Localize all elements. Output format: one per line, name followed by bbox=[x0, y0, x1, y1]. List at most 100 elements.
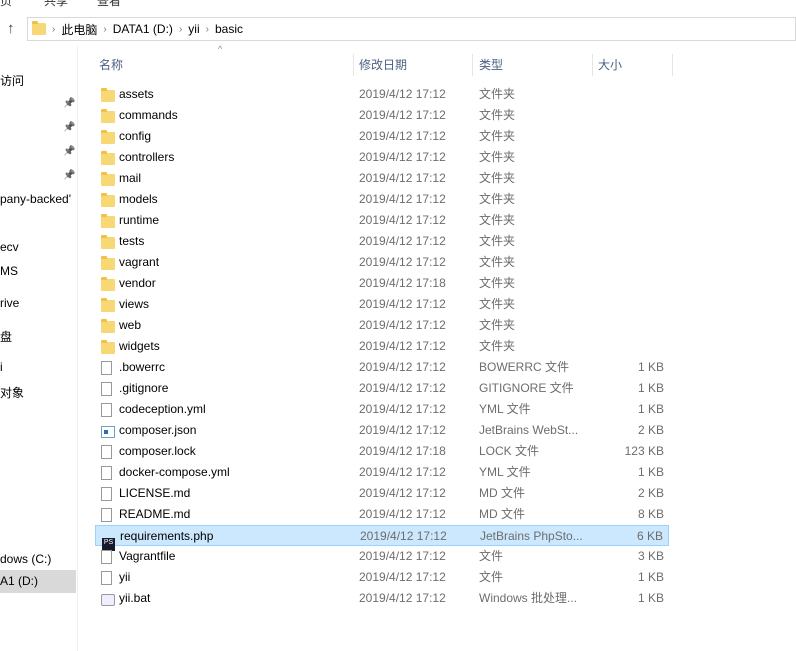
nav-item[interactable]: pany-backed' bbox=[0, 192, 71, 206]
nav-item[interactable]: 盘 bbox=[0, 328, 12, 345]
file-type: 文件夹 bbox=[479, 108, 516, 122]
file-row[interactable]: commands 2019/4/12 17:12 文件夹 bbox=[95, 105, 669, 126]
breadcrumb-item[interactable]: DATA1 (D:) bbox=[113, 22, 173, 36]
nav-item[interactable]: 对象 bbox=[0, 384, 24, 401]
address-bar[interactable]: › 此电脑 › DATA1 (D:) › yii › basic bbox=[27, 17, 796, 41]
file-size: 1 KB bbox=[637, 591, 664, 605]
column-divider[interactable] bbox=[672, 54, 673, 76]
file-date: 2019/4/12 17:18 bbox=[359, 276, 446, 290]
file-name: vendor bbox=[119, 276, 156, 290]
file-name: assets bbox=[119, 87, 154, 101]
file-name: .bowerrc bbox=[119, 360, 166, 374]
breadcrumb-item[interactable]: yii bbox=[188, 22, 199, 36]
nav-item[interactable]: MS bbox=[0, 264, 18, 278]
file-row[interactable]: .bowerrc 2019/4/12 17:12 BOWERRC 文件 1 KB bbox=[95, 357, 669, 378]
file-type: 文件夹 bbox=[479, 192, 516, 206]
file-name: README.md bbox=[119, 507, 191, 521]
file-type: 文件夹 bbox=[479, 276, 516, 290]
file-date: 2019/4/12 17:12 bbox=[359, 486, 446, 500]
file-type: 文件夹 bbox=[479, 318, 516, 332]
file-row[interactable]: views 2019/4/12 17:12 文件夹 bbox=[95, 294, 669, 315]
file-name: controllers bbox=[119, 150, 175, 164]
column-header-name[interactable]: 名称 bbox=[99, 54, 123, 76]
nav-item[interactable]: 访问 bbox=[0, 72, 24, 89]
file-row[interactable]: LICENSE.md 2019/4/12 17:12 MD 文件 2 KB bbox=[95, 483, 669, 504]
file-row[interactable]: config 2019/4/12 17:12 文件夹 bbox=[95, 126, 669, 147]
file-size: 2 KB bbox=[637, 486, 664, 500]
nav-item[interactable]: rive bbox=[0, 296, 19, 310]
file-row[interactable]: yii.bat 2019/4/12 17:12 Windows 批处理... 1 KB bbox=[95, 588, 669, 609]
file-type: 文件夹 bbox=[479, 234, 516, 248]
file-type: 文件夹 bbox=[479, 129, 516, 143]
nav-item[interactable]: i bbox=[0, 360, 3, 374]
file-name: config bbox=[119, 129, 152, 143]
file-row[interactable]: PS requirements.php 2019/4/12 17:12 JetBrai… bbox=[95, 525, 669, 551]
file-size: 3 KB bbox=[637, 549, 664, 563]
file-name: yii bbox=[119, 570, 131, 584]
file-row[interactable]: Vagrantfile 2019/4/12 17:12 文件 3 KB bbox=[95, 546, 669, 567]
file-row[interactable]: docker-compose.yml 2019/4/12 17:12 YML 文件 1… bbox=[95, 462, 669, 483]
ribbon-tab[interactable]: 共享 bbox=[44, 0, 68, 9]
file-size: 123 KB bbox=[624, 444, 664, 458]
file-type: 文件夹 bbox=[479, 150, 516, 164]
breadcrumb-item[interactable]: basic bbox=[215, 22, 243, 36]
file-row[interactable]: .gitignore 2019/4/12 17:12 GITIGNORE 文件 1 K… bbox=[95, 378, 669, 399]
nav-item[interactable]: ecv bbox=[0, 240, 19, 254]
column-header-date[interactable]: 修改日期 bbox=[359, 54, 407, 76]
column-divider[interactable] bbox=[353, 54, 354, 76]
file-row[interactable]: assets 2019/4/12 17:12 文件夹 bbox=[95, 84, 669, 105]
up-arrow-icon[interactable]: ↑ bbox=[7, 20, 15, 37]
navigation-pane: 访问 📌 📌 📌 📌 pany-backed' ecv MS rive 盘 i 对象 dows (C:)… bbox=[0, 46, 78, 651]
column-header-size[interactable]: 大小 bbox=[598, 54, 622, 76]
file-date: 2019/4/12 17:12 bbox=[359, 339, 446, 353]
file-name: mail bbox=[119, 171, 142, 185]
file-row[interactable]: runtime 2019/4/12 17:12 文件夹 bbox=[95, 210, 669, 231]
folder-icon bbox=[32, 21, 46, 35]
breadcrumb-item[interactable]: 此电脑 bbox=[61, 21, 97, 38]
nav-item[interactable]: dows (C:) bbox=[0, 552, 51, 566]
file-date: 2019/4/12 17:12 bbox=[359, 381, 446, 395]
file-type: MD 文件 bbox=[479, 486, 525, 500]
chevron-right-icon[interactable]: › bbox=[52, 24, 55, 35]
file-size: 1 KB bbox=[637, 360, 664, 374]
ribbon-tab[interactable]: 页 bbox=[0, 0, 12, 9]
file-row[interactable]: composer.lock 2019/4/12 17:18 LOCK 文件 123 K… bbox=[95, 441, 669, 462]
file-date: 2019/4/12 17:12 bbox=[359, 570, 446, 584]
file-date: 2019/4/12 17:12 bbox=[359, 255, 446, 269]
file-row[interactable]: controllers 2019/4/12 17:12 文件夹 bbox=[95, 147, 669, 168]
file-size: 6 KB bbox=[636, 529, 663, 543]
pin-icon: 📌 bbox=[63, 146, 76, 157]
chevron-right-icon[interactable]: › bbox=[206, 24, 209, 35]
batch-file-icon bbox=[101, 592, 115, 613]
file-row[interactable]: web 2019/4/12 17:12 文件夹 bbox=[95, 315, 669, 336]
file-date: 2019/4/12 17:12 bbox=[359, 297, 446, 311]
file-date: 2019/4/12 17:12 bbox=[359, 360, 446, 374]
nav-item[interactable]: A1 (D:) bbox=[0, 570, 76, 593]
file-row[interactable]: vendor 2019/4/12 17:18 文件夹 bbox=[95, 273, 669, 294]
file-date: 2019/4/12 17:18 bbox=[359, 444, 446, 458]
file-date: 2019/4/12 17:12 bbox=[359, 171, 446, 185]
file-row[interactable]: tests 2019/4/12 17:12 文件夹 bbox=[95, 231, 669, 252]
file-row[interactable]: models 2019/4/12 17:12 文件夹 bbox=[95, 189, 669, 210]
file-date: 2019/4/12 17:12 bbox=[359, 87, 446, 101]
file-size: 2 KB bbox=[637, 423, 664, 437]
file-row[interactable]: composer.json 2019/4/12 17:12 JetBrains We… bbox=[95, 420, 669, 441]
file-row[interactable]: mail 2019/4/12 17:12 文件夹 bbox=[95, 168, 669, 189]
chevron-right-icon[interactable]: › bbox=[179, 24, 182, 35]
file-row[interactable]: codeception.yml 2019/4/12 17:12 YML 文件 1 KB bbox=[95, 399, 669, 420]
file-type: 文件夹 bbox=[479, 297, 516, 311]
file-type: YML 文件 bbox=[479, 465, 531, 479]
column-divider[interactable] bbox=[592, 54, 593, 76]
column-divider[interactable] bbox=[472, 54, 473, 76]
file-row[interactable]: vagrant 2019/4/12 17:12 文件夹 bbox=[95, 252, 669, 273]
column-header-type[interactable]: 类型 bbox=[479, 54, 503, 76]
file-row[interactable]: widgets 2019/4/12 17:12 文件夹 bbox=[95, 336, 669, 357]
file-name: .gitignore bbox=[119, 381, 169, 395]
ribbon-tab[interactable]: 查看 bbox=[97, 0, 121, 9]
file-row[interactable]: yii 2019/4/12 17:12 文件 1 KB bbox=[95, 567, 669, 588]
file-row[interactable]: README.md 2019/4/12 17:12 MD 文件 8 KB bbox=[95, 504, 669, 525]
file-name: vagrant bbox=[119, 255, 160, 269]
file-type: Windows 批处理... bbox=[479, 591, 578, 605]
sort-ascending-icon: ^ bbox=[218, 44, 223, 54]
chevron-right-icon[interactable]: › bbox=[103, 24, 106, 35]
